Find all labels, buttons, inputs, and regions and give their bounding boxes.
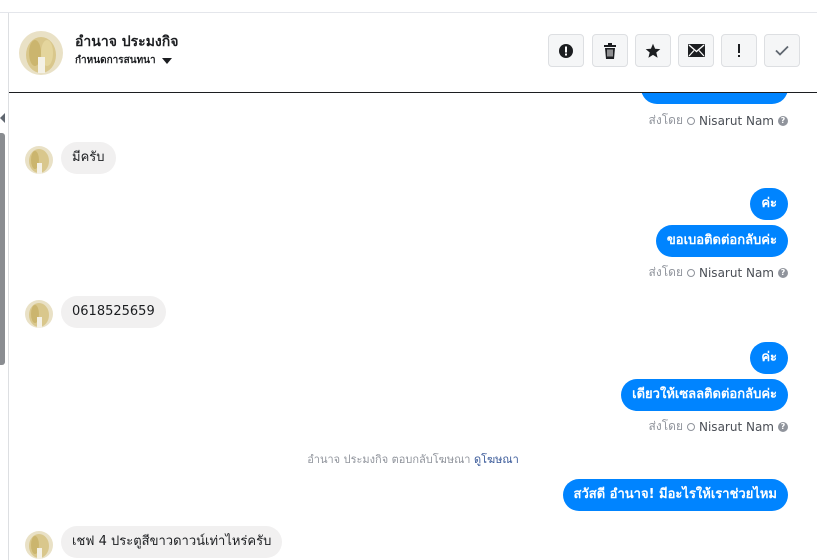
sender-name[interactable]: Nisarut Nam [699, 266, 774, 280]
mark-unread-button[interactable] [678, 34, 714, 67]
mark-spam-button[interactable] [548, 34, 584, 67]
sent-by-prefix: ส่งโดย [648, 265, 683, 279]
help-icon[interactable]: ? [778, 267, 788, 278]
outgoing-message[interactable]: สวัสดี อำนาจ! มีอะไรให้เราช่วยไหม [562, 479, 788, 511]
follow-up-button[interactable] [721, 34, 757, 67]
avatar[interactable] [19, 31, 63, 75]
check-icon [775, 45, 789, 56]
outgoing-message[interactable] [641, 93, 788, 104]
sender-name[interactable]: Nisarut Nam [699, 114, 774, 128]
contact-name[interactable]: อำนาจ ประมงกิจ [75, 31, 178, 53]
chevron-down-icon [161, 57, 172, 64]
delete-button[interactable] [592, 34, 628, 67]
outgoing-message[interactable]: ค่ะ [750, 342, 788, 374]
sent-by-prefix: ส่งโดย [648, 113, 683, 127]
conversation-menu-label: กำหนดการสนทนา [75, 55, 156, 66]
incoming-message[interactable]: เชฟ 4 ประตูสีขาวดาวน์เท่าไหร่ครับ [61, 526, 283, 558]
outgoing-message[interactable]: ค่ะ [750, 188, 788, 220]
view-ad-link[interactable]: ดูโฆษณา [474, 453, 519, 466]
left-scroll-rail[interactable] [0, 13, 9, 560]
outgoing-message[interactable]: เดียวให้เซลลติดต่อกลับค่ะ [621, 379, 788, 411]
ad-reply-text: อำนาจ ประมงกิจ ตอบกลับโฆษณา [307, 453, 471, 466]
spam-icon [559, 43, 573, 58]
star-button[interactable] [635, 34, 671, 67]
incoming-message[interactable]: มีครับ [61, 142, 116, 174]
avatar[interactable] [25, 300, 53, 328]
sent-by-label: ส่งโดย Nisarut Nam ? [649, 111, 788, 130]
ad-reply-notice: อำนาจ ประมงกิจ ตอบกลับโฆษณา ดูโฆษณา [9, 450, 817, 468]
mail-icon [687, 44, 705, 57]
sender-name[interactable]: Nisarut Nam [699, 420, 774, 434]
sent-by-prefix: ส่งโดย [648, 419, 683, 433]
exclamation-icon [738, 43, 740, 57]
avatar[interactable] [25, 146, 53, 174]
conversation-menu[interactable]: กำหนดการสนทนา [75, 53, 172, 68]
avatar[interactable] [25, 531, 53, 559]
help-icon[interactable]: ? [778, 421, 788, 432]
page-icon [687, 422, 695, 431]
conversation-header: อำนาจ ประมงกิจ กำหนดการสนทนา [9, 13, 817, 93]
outgoing-message[interactable]: ขอเบอติดต่อกลับค่ะ [655, 225, 788, 257]
message-thread[interactable]: ส่งโดย Nisarut Nam ? มีครับ ค่ะ ขอเบอติด… [9, 93, 817, 560]
mark-done-button[interactable] [764, 34, 800, 67]
scrollbar-thumb[interactable] [0, 133, 5, 365]
incoming-message[interactable]: 0618525659 [61, 296, 166, 328]
sent-by-label: ส่งโดย Nisarut Nam ? [649, 417, 788, 436]
page-icon [687, 268, 695, 277]
scroll-up-arrow-icon[interactable] [0, 113, 5, 123]
help-icon[interactable]: ? [778, 115, 788, 126]
star-icon [645, 43, 661, 58]
trash-icon [604, 42, 616, 59]
page-icon [687, 116, 695, 125]
window-top-bar [0, 0, 817, 13]
sent-by-label: ส่งโดย Nisarut Nam ? [649, 263, 788, 282]
